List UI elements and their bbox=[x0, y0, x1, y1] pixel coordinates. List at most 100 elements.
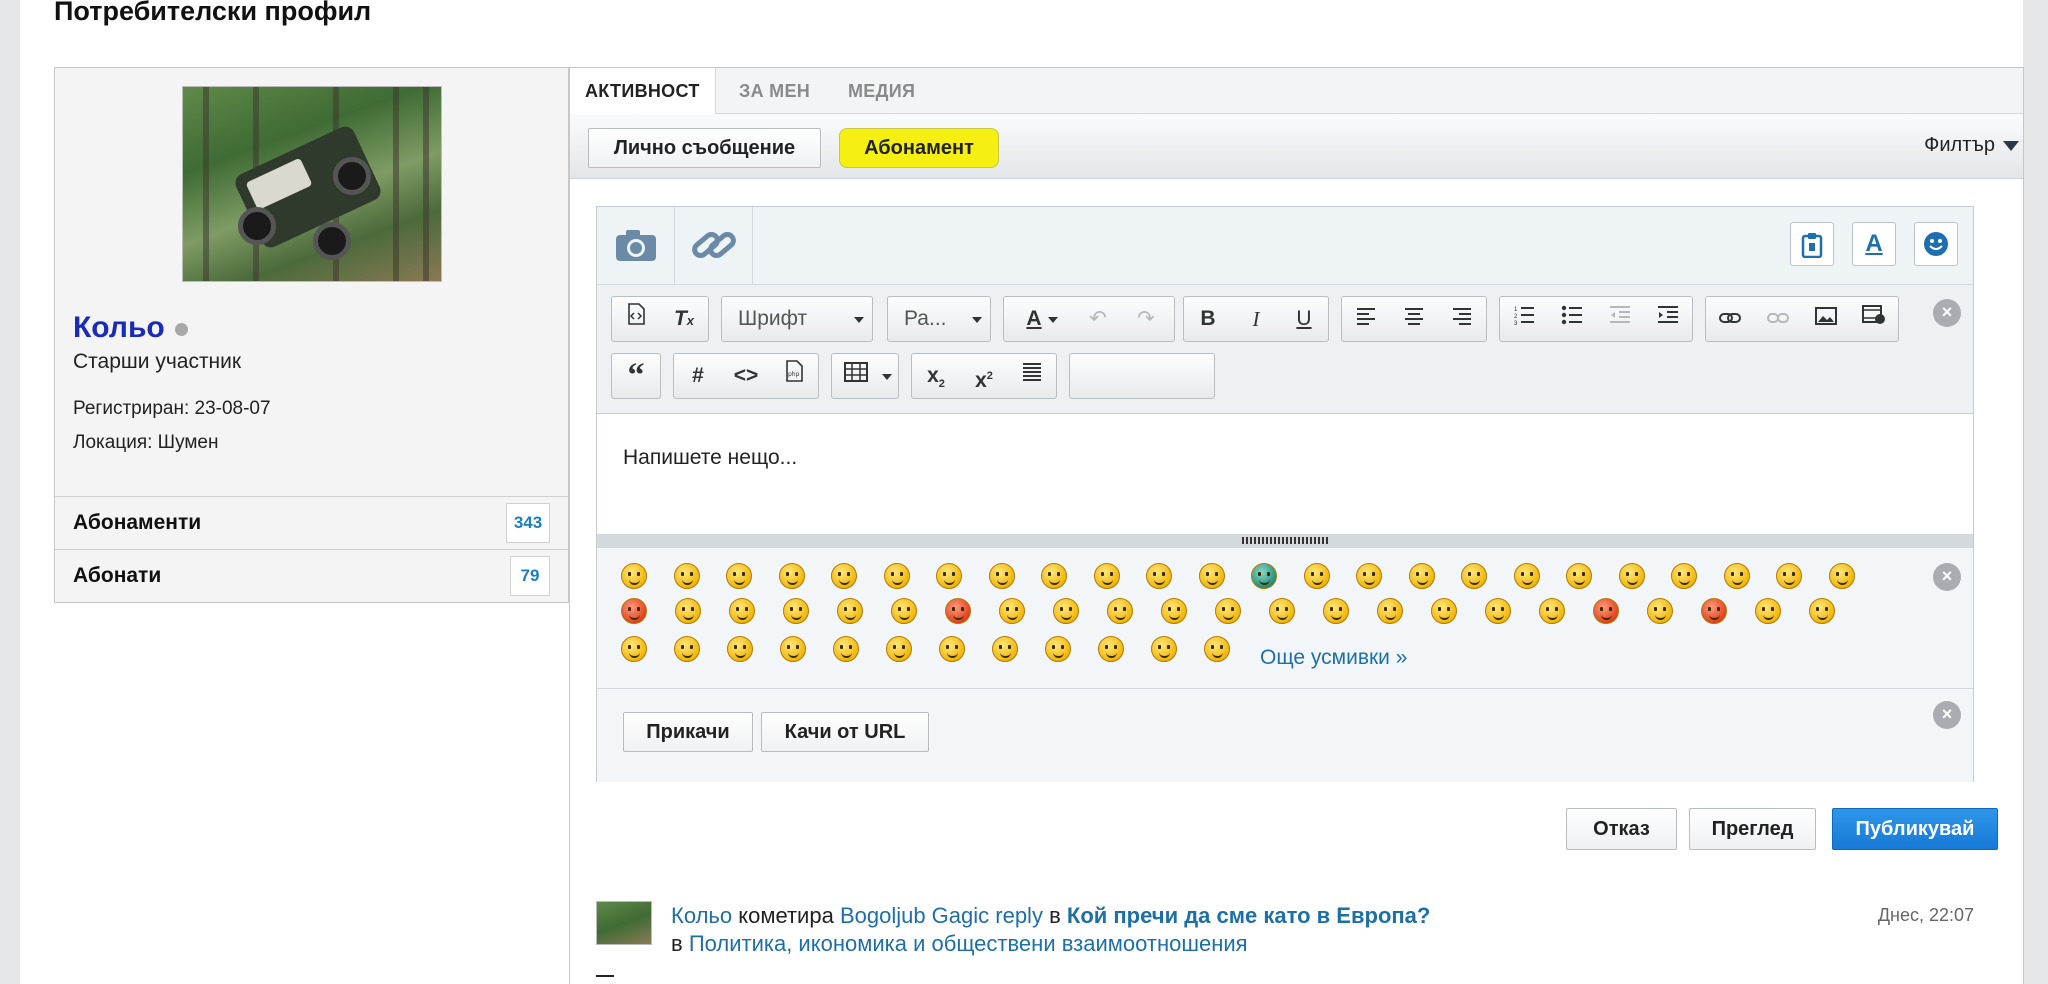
smiley-icon[interactable] bbox=[831, 563, 857, 589]
username[interactable]: Кольо bbox=[73, 311, 188, 345]
smiley-icon[interactable] bbox=[886, 636, 912, 662]
cancel-button[interactable]: Отказ bbox=[1566, 808, 1677, 850]
smiley-icon[interactable] bbox=[1204, 636, 1230, 662]
php-code-icon[interactable]: php bbox=[770, 354, 818, 398]
smiley-icon[interactable] bbox=[1408, 563, 1435, 589]
subscriptions-row[interactable]: Абонаменти 343 bbox=[55, 496, 568, 549]
close-icon[interactable]: × bbox=[1933, 563, 1961, 591]
empty-toolbar-group[interactable] bbox=[1069, 353, 1215, 399]
indent-icon[interactable] bbox=[1644, 297, 1692, 341]
smiley-icon[interactable] bbox=[1723, 563, 1750, 589]
align-left-icon[interactable] bbox=[1342, 297, 1390, 341]
smiley-icon[interactable] bbox=[621, 598, 647, 624]
link-share-button[interactable] bbox=[675, 207, 753, 284]
undo-icon[interactable]: ↶ bbox=[1074, 297, 1122, 341]
smiley-icon[interactable] bbox=[936, 563, 962, 589]
insert-image-icon[interactable] bbox=[1802, 297, 1850, 341]
smiley-icon[interactable] bbox=[1146, 563, 1172, 589]
tab-about-me[interactable]: ЗА МЕН bbox=[724, 68, 825, 114]
activity-thread-link[interactable]: Кой пречи да сме като в Европа? bbox=[1067, 903, 1430, 928]
smiley-icon[interactable] bbox=[726, 563, 752, 589]
subscribers-row[interactable]: Абонати 79 bbox=[55, 549, 568, 602]
resize-handle[interactable] bbox=[597, 534, 1973, 548]
unlink-icon[interactable] bbox=[1754, 297, 1802, 341]
font-select[interactable]: Шрифт bbox=[721, 296, 873, 342]
smiley-icon[interactable] bbox=[1647, 598, 1673, 624]
avatar[interactable] bbox=[182, 86, 442, 282]
quote-icon[interactable]: “ bbox=[612, 354, 660, 398]
justify-icon[interactable] bbox=[1008, 354, 1056, 398]
smiley-icon[interactable] bbox=[999, 598, 1025, 624]
smiley-icon[interactable] bbox=[988, 563, 1015, 589]
superscript-icon[interactable]: x2 bbox=[960, 354, 1008, 398]
smiley-icon[interactable] bbox=[1041, 563, 1067, 589]
insert-link-icon[interactable] bbox=[1706, 297, 1754, 341]
smiley-icon[interactable] bbox=[1513, 563, 1540, 589]
clipboard-icon[interactable] bbox=[1790, 222, 1834, 266]
subscript-icon[interactable]: x2 bbox=[912, 354, 960, 398]
bold-icon[interactable]: B bbox=[1184, 297, 1232, 341]
smiley-icon[interactable] bbox=[1045, 636, 1071, 662]
smiley-icon[interactable] bbox=[1269, 598, 1295, 624]
smiley-icon[interactable] bbox=[1776, 563, 1802, 589]
smiley-icon[interactable] bbox=[992, 636, 1018, 662]
smiley-icon[interactable] bbox=[674, 636, 700, 662]
ordered-list-icon[interactable]: 123 bbox=[1500, 297, 1548, 341]
activity-forum-link[interactable]: Политика, икономика и обществени взаимоо… bbox=[689, 931, 1248, 956]
smiley-icon[interactable] bbox=[1485, 598, 1511, 624]
smiley-icon[interactable] bbox=[1107, 598, 1133, 624]
smiley-icon[interactable] bbox=[778, 563, 805, 589]
smiley-icon[interactable] bbox=[675, 598, 701, 624]
remove-format-icon[interactable]: Tx bbox=[660, 297, 708, 341]
smiley-icon[interactable] bbox=[1755, 598, 1781, 624]
smiley-icon[interactable] bbox=[1809, 598, 1835, 624]
smiley-icon[interactable] bbox=[1356, 563, 1382, 589]
smiley-icon[interactable] bbox=[1461, 563, 1487, 589]
smiley-icon[interactable] bbox=[783, 598, 809, 624]
bullet-list-icon[interactable] bbox=[1548, 297, 1596, 341]
smiley-icon[interactable] bbox=[1701, 598, 1727, 624]
smiley-icon[interactable] bbox=[1151, 636, 1177, 662]
smiley-icon[interactable] bbox=[1303, 563, 1330, 589]
smiley-icon[interactable] bbox=[1377, 598, 1403, 624]
smiley-icon[interactable] bbox=[1251, 563, 1277, 589]
size-select[interactable]: Ра... bbox=[887, 296, 991, 342]
preview-button[interactable]: Преглед bbox=[1689, 808, 1816, 850]
subscribe-button[interactable]: Абонамент bbox=[839, 128, 999, 168]
smiley-icon[interactable] bbox=[1671, 563, 1697, 589]
attach-button[interactable]: Прикачи bbox=[623, 712, 753, 752]
italic-icon[interactable]: I bbox=[1232, 297, 1280, 341]
smiley-icon[interactable] bbox=[891, 598, 917, 624]
smiley-icon[interactable] bbox=[883, 563, 910, 589]
photo-upload-button[interactable] bbox=[597, 207, 675, 284]
align-center-icon[interactable] bbox=[1390, 297, 1438, 341]
smiley-icon[interactable] bbox=[1431, 598, 1457, 624]
hashtag-icon[interactable]: # bbox=[674, 354, 722, 398]
smiley-icon[interactable] bbox=[1618, 563, 1645, 589]
tab-activity[interactable]: АКТИВНОСТ bbox=[570, 68, 716, 115]
private-message-button[interactable]: Лично съобщение bbox=[588, 128, 821, 168]
smiley-icon[interactable] bbox=[727, 636, 753, 662]
smiley-icon[interactable] bbox=[729, 598, 755, 624]
outdent-icon[interactable] bbox=[1596, 297, 1644, 341]
publish-button[interactable]: Публикувай bbox=[1832, 808, 1998, 850]
font-color-icon[interactable]: A bbox=[1852, 222, 1896, 266]
activity-target-link[interactable]: Bogoljub Gagic reply bbox=[840, 903, 1043, 928]
smiley-icon[interactable] bbox=[621, 636, 647, 662]
source-code-icon[interactable] bbox=[612, 297, 660, 341]
smiley-icon[interactable] bbox=[1098, 636, 1124, 662]
align-right-icon[interactable] bbox=[1438, 297, 1486, 341]
smiley-icon[interactable] bbox=[1566, 563, 1592, 589]
smiley-icon[interactable] bbox=[945, 598, 971, 624]
upload-from-url-button[interactable]: Качи от URL bbox=[761, 712, 929, 752]
smiley-icon[interactable] bbox=[1828, 563, 1855, 589]
smiley-icon[interactable] bbox=[1914, 222, 1958, 266]
more-smilies-link[interactable]: Още усмивки » bbox=[1260, 646, 1407, 670]
filter-dropdown[interactable]: Филтър bbox=[1924, 134, 2019, 157]
smiley-icon[interactable] bbox=[1198, 563, 1225, 589]
smiley-icon[interactable] bbox=[837, 598, 863, 624]
smiley-icon[interactable] bbox=[621, 563, 647, 589]
smiley-icon[interactable] bbox=[833, 636, 859, 662]
smiley-icon[interactable] bbox=[1053, 598, 1079, 624]
message-textarea[interactable]: Напишете нещо... bbox=[597, 414, 1973, 534]
